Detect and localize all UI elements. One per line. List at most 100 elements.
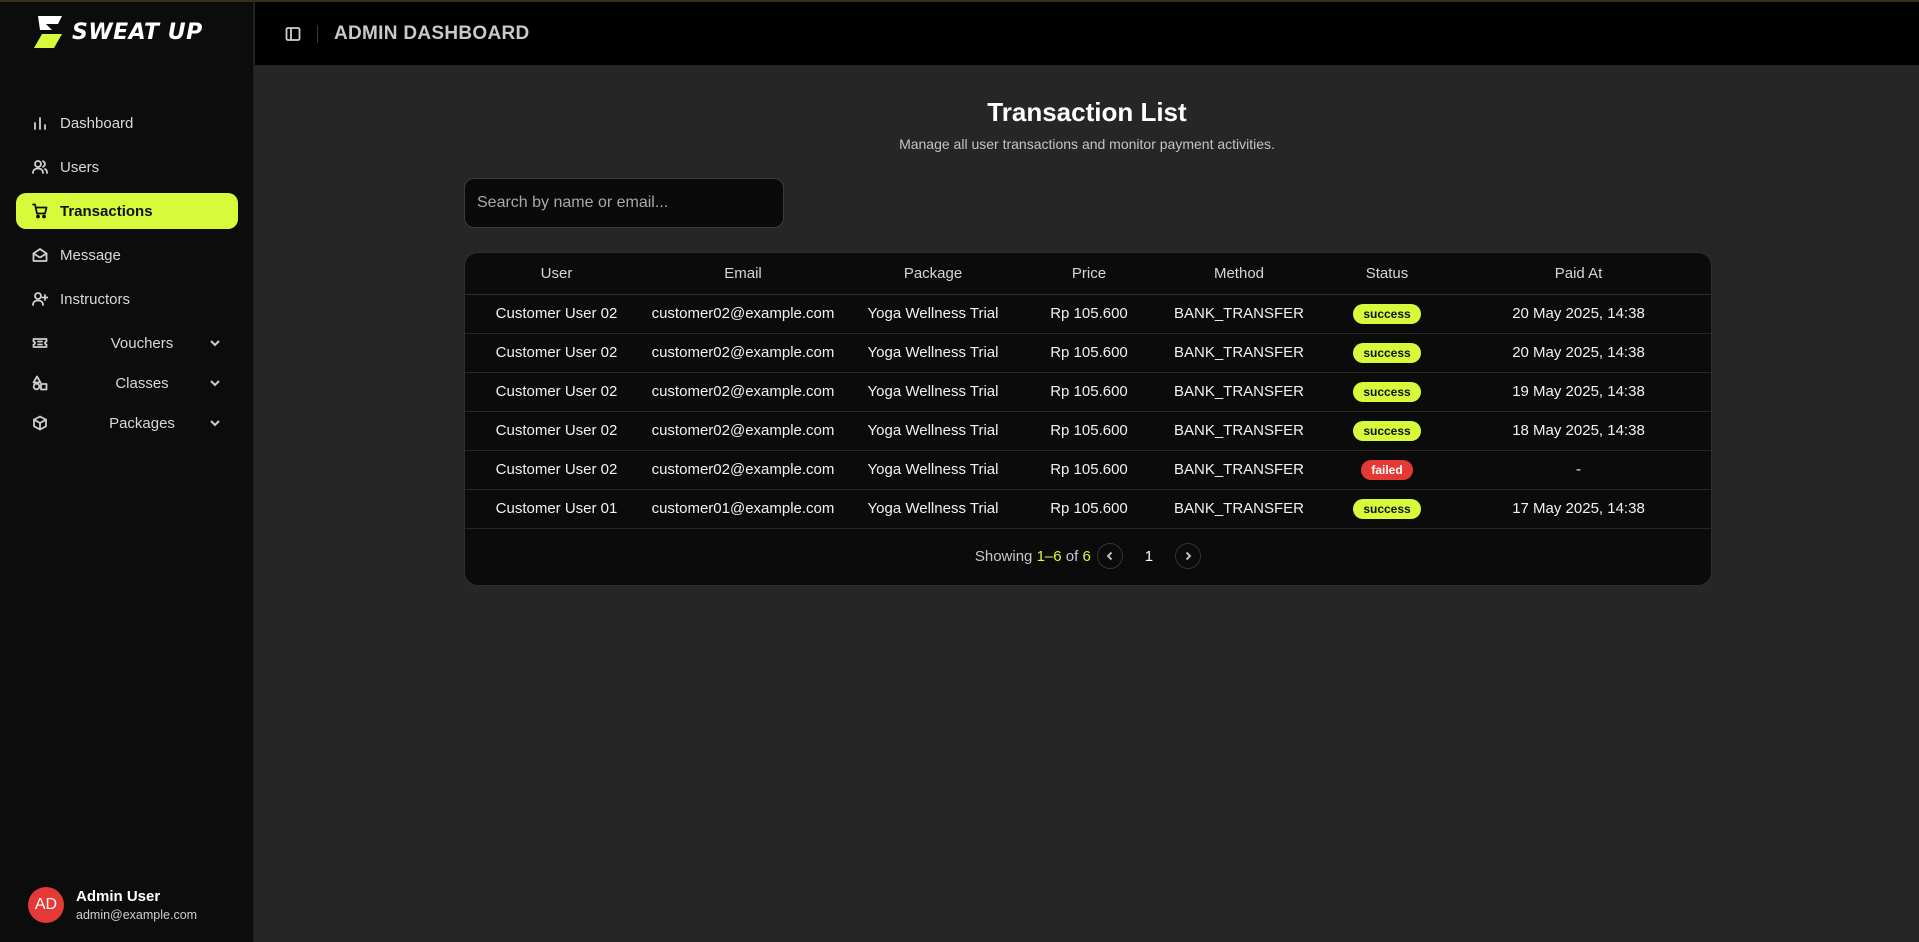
brand-logo[interactable]: SWEAT UP bbox=[32, 14, 203, 50]
cell-status: success bbox=[1328, 489, 1446, 529]
cell-method: BANK_TRANSFER bbox=[1150, 411, 1328, 451]
sidebar-item-users[interactable]: Users bbox=[16, 149, 238, 185]
sidebar-nav: Dashboard Users Transactions Message Ins… bbox=[16, 105, 238, 445]
cell-price: Rp 105.600 bbox=[1028, 372, 1150, 412]
sidebar-item-label: Dashboard bbox=[60, 114, 134, 132]
table-row[interactable]: Customer User 02 customer02@example.com … bbox=[465, 372, 1711, 412]
cell-paid-at: 20 May 2025, 14:38 bbox=[1446, 333, 1711, 373]
top-header: ADMIN DASHBOARD bbox=[255, 2, 1919, 65]
sidebar-group-packages[interactable]: Packages bbox=[16, 405, 238, 441]
table-header-row: User Email Package Price Method Status P… bbox=[465, 253, 1711, 295]
prev-page-button[interactable] bbox=[1096, 543, 1123, 569]
status-badge: failed bbox=[1361, 459, 1413, 480]
cell-email: customer02@example.com bbox=[648, 333, 838, 373]
sidebar-group-vouchers[interactable]: Vouchers bbox=[16, 325, 238, 361]
cell-email: customer02@example.com bbox=[648, 450, 838, 490]
column-header-package: Package bbox=[838, 253, 1028, 295]
sidebar-toggle-button[interactable] bbox=[283, 24, 303, 44]
cell-price: Rp 105.600 bbox=[1028, 450, 1150, 490]
chevron-down-icon bbox=[208, 376, 222, 390]
page-title: Transaction List bbox=[987, 97, 1187, 127]
page-number-button[interactable]: 1 bbox=[1145, 548, 1153, 565]
logo-mark-icon bbox=[34, 16, 62, 48]
status-badge: success bbox=[1353, 342, 1421, 363]
cell-user: Customer User 02 bbox=[465, 411, 648, 451]
table-row[interactable]: Customer User 02 customer02@example.com … bbox=[465, 450, 1711, 490]
column-header-paid-at: Paid At bbox=[1446, 253, 1711, 295]
column-header-price: Price bbox=[1028, 253, 1150, 295]
header-divider bbox=[317, 24, 318, 43]
transactions-table: User Email Package Price Method Status P… bbox=[465, 253, 1711, 529]
cell-paid-at: 18 May 2025, 14:38 bbox=[1446, 411, 1711, 451]
shapes-icon bbox=[32, 375, 48, 391]
table-row[interactable]: Customer User 02 customer02@example.com … bbox=[465, 411, 1711, 451]
panel-left-icon bbox=[285, 26, 301, 41]
user-plus-icon bbox=[32, 291, 48, 307]
sidebar-item-label: Instructors bbox=[60, 290, 131, 308]
pagination-showing-label: Showing bbox=[974, 547, 1033, 565]
pagination-range: 1–6 bbox=[1036, 547, 1062, 565]
chevron-left-icon bbox=[1106, 551, 1113, 561]
cell-package: Yoga Wellness Trial bbox=[838, 489, 1028, 529]
status-badge: success bbox=[1353, 420, 1421, 441]
users-icon bbox=[32, 159, 48, 175]
sidebar: SWEAT UP Dashboard Users Transactions Me… bbox=[0, 0, 254, 942]
cell-email: customer02@example.com bbox=[648, 294, 838, 334]
cell-paid-at: 17 May 2025, 14:38 bbox=[1446, 489, 1711, 529]
sidebar-item-instructors[interactable]: Instructors bbox=[16, 281, 238, 317]
cell-price: Rp 105.600 bbox=[1028, 333, 1150, 373]
cell-status: success bbox=[1328, 372, 1446, 412]
status-badge: success bbox=[1353, 498, 1421, 519]
chevron-down-icon bbox=[208, 416, 222, 430]
cell-method: BANK_TRANSFER bbox=[1150, 372, 1328, 412]
cell-method: BANK_TRANSFER bbox=[1150, 450, 1328, 490]
chevron-right-icon bbox=[1185, 551, 1192, 561]
cell-status: success bbox=[1328, 411, 1446, 451]
cell-user: Customer User 02 bbox=[465, 333, 648, 373]
table-row[interactable]: Customer User 02 customer02@example.com … bbox=[465, 333, 1711, 373]
cell-status: failed bbox=[1328, 450, 1446, 490]
sidebar-item-label: Users bbox=[60, 158, 100, 176]
sidebar-group-classes[interactable]: Classes bbox=[16, 365, 238, 401]
header-title: ADMIN DASHBOARD bbox=[334, 22, 530, 44]
status-badge: success bbox=[1353, 381, 1421, 402]
chevron-down-icon bbox=[208, 336, 222, 350]
cell-package: Yoga Wellness Trial bbox=[838, 372, 1028, 412]
cell-paid-at: 19 May 2025, 14:38 bbox=[1446, 372, 1711, 412]
table-row[interactable]: Customer User 02 customer02@example.com … bbox=[465, 294, 1711, 334]
sidebar-item-dashboard[interactable]: Dashboard bbox=[16, 105, 238, 141]
cell-package: Yoga Wellness Trial bbox=[838, 333, 1028, 373]
column-header-email: Email bbox=[648, 253, 838, 295]
search-input[interactable] bbox=[464, 178, 784, 228]
top-border bbox=[0, 0, 1919, 2]
current-user[interactable]: AD Admin User admin@example.com bbox=[28, 887, 197, 923]
cell-price: Rp 105.600 bbox=[1028, 411, 1150, 451]
cell-email: customer02@example.com bbox=[648, 372, 838, 412]
cell-email: customer01@example.com bbox=[648, 489, 838, 529]
column-header-method: Method bbox=[1150, 253, 1328, 295]
pagination-total: 6 bbox=[1082, 547, 1091, 565]
cell-method: BANK_TRANSFER bbox=[1150, 489, 1328, 529]
sidebar-item-message[interactable]: Message bbox=[16, 237, 238, 273]
column-header-user: User bbox=[465, 253, 648, 295]
brand-name: SWEAT UP bbox=[72, 19, 203, 45]
user-email: admin@example.com bbox=[76, 908, 198, 922]
cell-paid-at: - bbox=[1446, 450, 1711, 490]
cell-price: Rp 105.600 bbox=[1028, 489, 1150, 529]
cell-user: Customer User 02 bbox=[465, 372, 648, 412]
cart-icon bbox=[32, 203, 48, 219]
cell-user: Customer User 02 bbox=[465, 294, 648, 334]
page-subtitle: Manage all user transactions and monitor… bbox=[899, 136, 1275, 152]
package-icon bbox=[32, 415, 48, 431]
pagination: Showing 1–6 of 6 1 bbox=[465, 543, 1711, 569]
column-header-status: Status bbox=[1328, 253, 1446, 295]
status-badge: success bbox=[1353, 303, 1421, 324]
table-row[interactable]: Customer User 01 customer01@example.com … bbox=[465, 489, 1711, 529]
user-name: Admin User bbox=[76, 888, 161, 905]
cell-package: Yoga Wellness Trial bbox=[838, 411, 1028, 451]
cell-price: Rp 105.600 bbox=[1028, 294, 1150, 334]
cell-method: BANK_TRANSFER bbox=[1150, 333, 1328, 373]
cell-status: success bbox=[1328, 333, 1446, 373]
sidebar-item-transactions[interactable]: Transactions bbox=[16, 193, 238, 229]
next-page-button[interactable] bbox=[1175, 543, 1202, 569]
